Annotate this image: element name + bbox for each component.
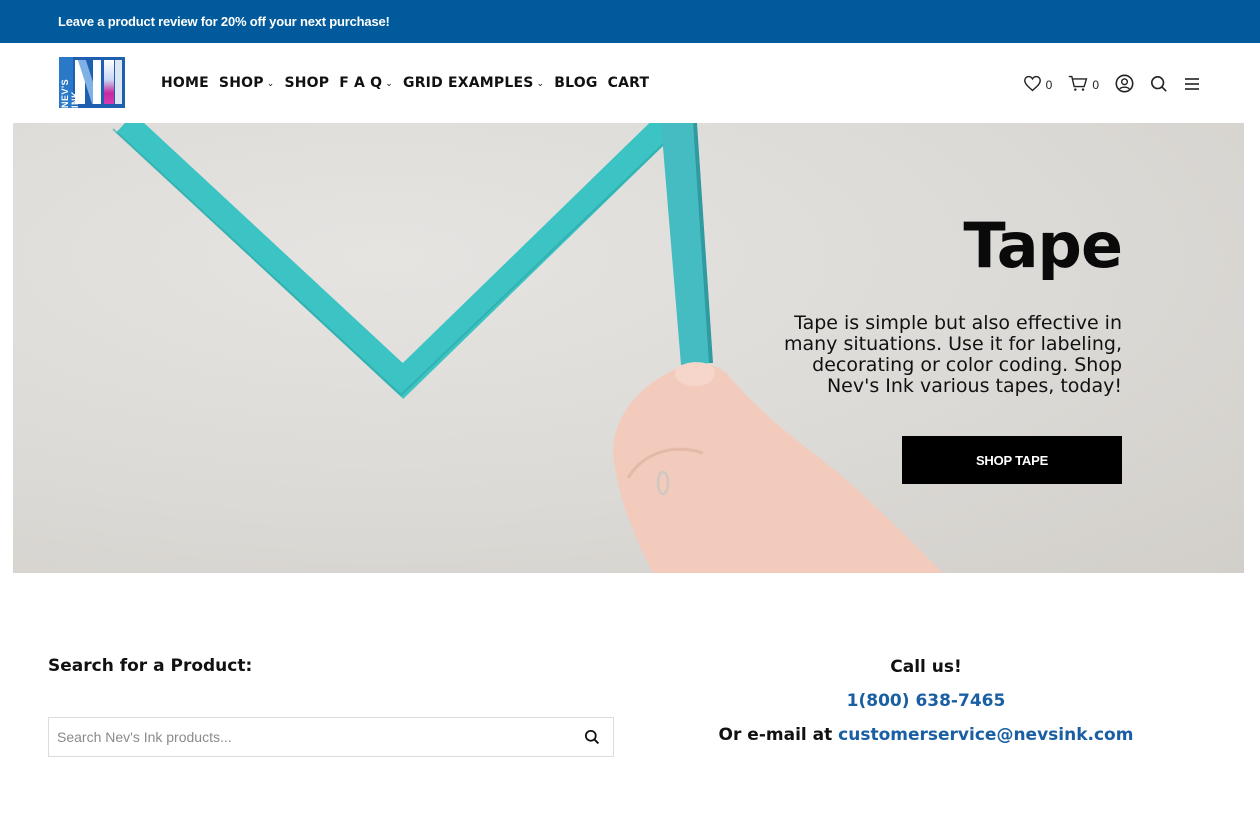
nav-item-label: F A Q <box>339 75 383 91</box>
contact-section: Call us! 1(800) 638-7465 Or e-mail at cu… <box>700 656 1152 758</box>
search-submit-button[interactable] <box>571 718 613 756</box>
nav-item-cart[interactable]: CART <box>608 75 650 91</box>
account-icon <box>1115 74 1134 93</box>
site-header: NEV'S INK HOME SHOP ⌄ SHOP F A Q ⌄ GRID … <box>0 43 1260 123</box>
promo-banner: Leave a product review for 20% off your … <box>0 0 1260 43</box>
cart-count: 0 <box>1092 78 1099 92</box>
heart-icon <box>1023 75 1041 92</box>
nav-item-label: SHOP <box>218 75 264 91</box>
tape-strip <box>116 123 678 399</box>
hero-title: Tape <box>963 209 1123 282</box>
nav-item-blog[interactable]: BLOG <box>554 75 597 91</box>
hero-banner: Tape Tape is simple but also effective i… <box>13 123 1244 573</box>
cart-button[interactable]: 0 <box>1068 75 1099 92</box>
cart-icon <box>1069 75 1088 91</box>
search-button[interactable] <box>1150 75 1168 93</box>
shop-tape-button[interactable]: SHOP TAPE <box>902 436 1122 484</box>
hero-description: Tape is simple but also effective in man… <box>783 312 1122 397</box>
main-nav: HOME SHOP ⌄ SHOP F A Q ⌄ GRID EXAMPLES ⌄… <box>161 75 649 91</box>
wishlist-count: 0 <box>1045 78 1053 92</box>
menu-button[interactable] <box>1184 77 1200 91</box>
nav-item-shop[interactable]: SHOP <box>284 75 329 91</box>
contact-heading: Call us! <box>890 657 962 677</box>
nav-item-faq[interactable]: F A Q ⌄ <box>339 75 393 91</box>
email-link[interactable]: customerservice@nevsink.com <box>838 725 1133 745</box>
chevron-down-icon: ⌄ <box>385 79 394 89</box>
search-icon <box>1150 75 1167 92</box>
nav-item-label: CART <box>607 75 650 91</box>
chevron-down-icon: ⌄ <box>536 79 545 89</box>
nav-item-label: GRID EXAMPLES <box>403 75 534 91</box>
nav-item-label: SHOP <box>284 75 330 91</box>
site-logo[interactable]: NEV'S INK <box>59 57 125 108</box>
search-icon <box>584 729 600 745</box>
nav-item-label: BLOG <box>554 75 598 91</box>
logo-mark <box>93 60 101 104</box>
product-search <box>48 717 614 757</box>
search-input[interactable] <box>49 718 571 756</box>
nav-item-label: HOME <box>161 75 209 91</box>
promo-text: Leave a product review for 20% off your … <box>58 14 390 29</box>
menu-icon <box>1185 77 1199 90</box>
wishlist-button[interactable]: 0 <box>1023 75 1053 92</box>
logo-mark <box>104 60 114 104</box>
chevron-down-icon: ⌄ <box>266 79 275 89</box>
email-prefix: Or e-mail at <box>718 725 833 745</box>
nav-item-shop-menu[interactable]: SHOP ⌄ <box>219 75 275 91</box>
nav-item-grid-examples[interactable]: GRID EXAMPLES ⌄ <box>403 75 544 91</box>
account-button[interactable] <box>1115 74 1134 93</box>
phone-link[interactable]: 1(800) 638-7465 <box>847 691 1006 711</box>
search-section-label: Search for a Product: <box>48 656 253 676</box>
tape-strip-shadow <box>112 128 680 397</box>
header-icons: 0 0 <box>1023 74 1200 93</box>
logo-mark <box>115 60 122 104</box>
nav-item-home[interactable]: HOME <box>161 75 209 91</box>
